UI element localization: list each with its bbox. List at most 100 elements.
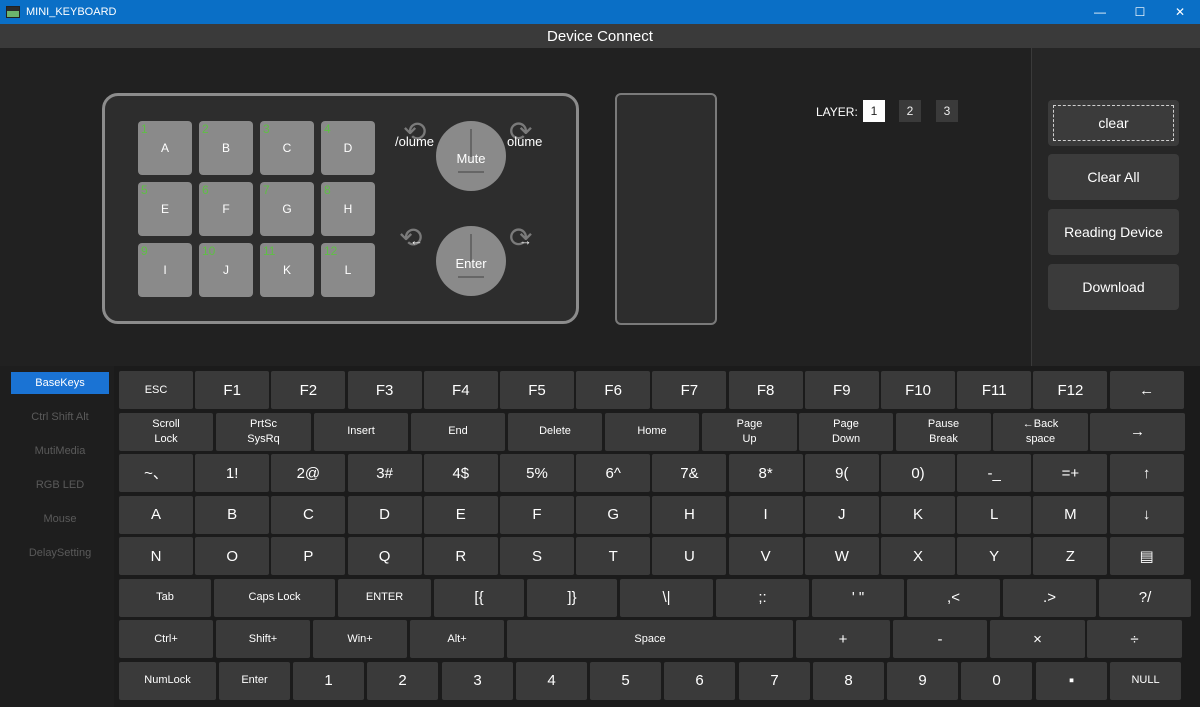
knob-1[interactable]: Mute [436, 121, 506, 191]
keyboard-key[interactable]: A [119, 495, 193, 534]
device-key[interactable]: 4D [321, 121, 375, 175]
keyboard-key[interactable]: ÷ [1087, 620, 1182, 658]
sidebar-item-ctrl-shift-alt[interactable]: Ctrl Shift Alt [11, 406, 109, 428]
device-key[interactable]: 11 K [260, 243, 314, 297]
keyboard-key[interactable]: U [652, 537, 727, 575]
keyboard-key[interactable]: Page Up [702, 412, 797, 451]
keyboard-key[interactable]: Insert [314, 412, 408, 451]
keyboard-key[interactable]: 0 [961, 661, 1032, 700]
sidebar-item-rgb-led[interactable]: RGB LED [11, 474, 109, 496]
keyboard-key[interactable]: 0) [881, 454, 955, 492]
device-key[interactable]: 7G [260, 182, 314, 236]
keyboard-key[interactable]: - [893, 620, 987, 658]
keyboard-key[interactable]: \| [620, 578, 713, 617]
keyboard-key[interactable]: 7 [739, 661, 810, 700]
clear-button[interactable]: clear [1048, 100, 1179, 146]
layer-button-1[interactable]: 1 [863, 100, 885, 122]
keyboard-key[interactable]: Caps Lock [214, 578, 335, 617]
keyboard-key[interactable]: 5 [590, 661, 661, 700]
layer-button-2[interactable]: 2 [899, 100, 921, 122]
keyboard-key[interactable]: Page Down [799, 412, 893, 451]
keyboard-key[interactable]: Shift+ [216, 620, 310, 658]
keyboard-key[interactable]: Home [605, 412, 699, 451]
keyboard-key[interactable]: ~、 [119, 454, 193, 492]
keyboard-key[interactable]: 6^ [576, 454, 651, 492]
keyboard-key[interactable]: 1! [195, 454, 270, 492]
keyboard-key[interactable]: Tab [119, 578, 211, 617]
keyboard-key[interactable]: 9 [887, 661, 958, 700]
keyboard-key[interactable]: ←Back space [993, 412, 1088, 451]
keyboard-key[interactable]: K [881, 495, 955, 534]
keyboard-key[interactable]: 8 [813, 661, 884, 700]
keyboard-key[interactable]: C [271, 495, 346, 534]
keyboard-key[interactable]: → [1090, 412, 1185, 451]
keyboard-key[interactable]: PrtSc SysRq [216, 412, 311, 451]
keyboard-key[interactable]: T [576, 537, 651, 575]
keyboard-key[interactable]: F [500, 495, 574, 534]
keyboard-key[interactable]: F6 [576, 371, 651, 409]
keyboard-key[interactable]: ;: [716, 578, 809, 617]
keyboard-key[interactable]: E [423, 495, 498, 534]
keyboard-key[interactable]: N [119, 537, 193, 575]
keyboard-key[interactable]: 2 [367, 661, 438, 700]
keyboard-key[interactable]: G [576, 495, 651, 534]
device-key[interactable]: 12 L [321, 243, 375, 297]
sidebar-item-mouse[interactable]: Mouse [11, 508, 109, 530]
keyboard-key[interactable]: =+ [1033, 454, 1108, 492]
keyboard-key[interactable]: S [500, 537, 574, 575]
keyboard-key[interactable]: P [271, 537, 346, 575]
reading-device-button[interactable]: Reading Device [1048, 209, 1179, 255]
close-button[interactable]: ✕ [1160, 0, 1200, 24]
keyboard-key[interactable]: × [990, 620, 1085, 658]
keyboard-key[interactable]: X [881, 537, 955, 575]
keyboard-key[interactable]: 2@ [271, 454, 346, 492]
keyboard-key[interactable]: 5% [500, 454, 574, 492]
keyboard-key[interactable]: 9( [804, 454, 879, 492]
device-key[interactable]: 2B [199, 121, 253, 175]
keyboard-key[interactable]: 3# [347, 454, 422, 492]
knob-2[interactable]: Enter [436, 226, 506, 296]
keyboard-key[interactable]: ' " [812, 578, 904, 617]
keyboard-key[interactable]: Enter [219, 661, 290, 700]
keyboard-key[interactable]: Q [347, 537, 422, 575]
keyboard-key[interactable]: F8 [728, 371, 803, 409]
sidebar-item-mutimedia[interactable]: MutiMedia [11, 440, 109, 462]
keyboard-key[interactable]: .> [1003, 578, 1096, 617]
keyboard-key[interactable]: I [728, 495, 803, 534]
device-key[interactable]: 3C [260, 121, 314, 175]
keyboard-key[interactable]: F9 [804, 371, 879, 409]
keyboard-key[interactable]: 7& [652, 454, 727, 492]
keyboard-key[interactable]: F11 [957, 371, 1032, 409]
keyboard-key[interactable]: 6 [664, 661, 735, 700]
keyboard-key[interactable]: Scroll Lock [119, 412, 213, 451]
keyboard-key[interactable]: Space [507, 620, 793, 658]
keyboard-key[interactable]: Alt+ [410, 620, 504, 658]
keyboard-key[interactable]: ?/ [1099, 578, 1191, 617]
keyboard-key[interactable]: L [957, 495, 1032, 534]
keyboard-key[interactable]: H [652, 495, 727, 534]
keyboard-key[interactable]: ,< [907, 578, 1000, 617]
keyboard-key[interactable]: F4 [423, 371, 498, 409]
keyboard-key[interactable]: F3 [347, 371, 422, 409]
keyboard-key[interactable]: Delete [508, 412, 602, 451]
keyboard-key[interactable]: [{ [434, 578, 524, 617]
device-key[interactable]: 8H [321, 182, 375, 236]
clear-all-button[interactable]: Clear All [1048, 154, 1179, 200]
keyboard-key[interactable]: Pause Break [896, 412, 991, 451]
keyboard-key[interactable]: M [1033, 495, 1108, 534]
maximize-button[interactable]: ☐ [1120, 0, 1160, 24]
keyboard-key[interactable]: -_ [957, 454, 1032, 492]
layer-button-3[interactable]: 3 [936, 100, 958, 122]
keyboard-key[interactable]: 3 [442, 661, 513, 700]
download-button[interactable]: Download [1048, 264, 1179, 310]
keyboard-key[interactable]: ▪ [1036, 661, 1107, 700]
device-key[interactable]: 10 J [199, 243, 253, 297]
keyboard-key[interactable]: B [195, 495, 270, 534]
keyboard-key[interactable]: 8* [728, 454, 803, 492]
keyboard-key[interactable]: R [423, 537, 498, 575]
keyboard-key[interactable]: ENTER [338, 578, 431, 617]
keyboard-key[interactable]: ↑ [1109, 454, 1184, 492]
device-key[interactable]: 6F [199, 182, 253, 236]
device-key[interactable]: 5E [138, 182, 192, 236]
keyboard-key[interactable]: F2 [271, 371, 346, 409]
